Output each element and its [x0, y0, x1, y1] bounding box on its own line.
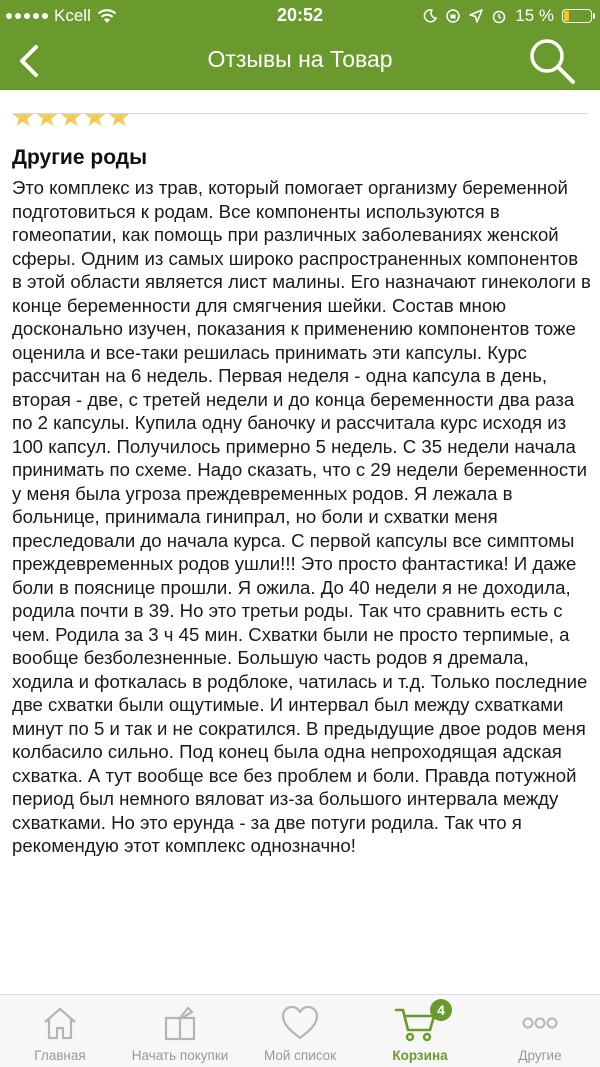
tab-cart[interactable]: 4 Корзина — [360, 995, 480, 1067]
star-icon — [109, 114, 129, 126]
nav-bar: Отзывы на Товар — [0, 32, 600, 90]
tab-my-list[interactable]: Мой список — [240, 995, 360, 1067]
status-right: 15 % — [423, 6, 595, 26]
tab-home[interactable]: Главная — [0, 995, 120, 1067]
battery-icon — [562, 9, 595, 23]
gift-icon — [164, 1006, 196, 1041]
tab-label: Мой список — [263, 1048, 337, 1063]
star-icon — [61, 114, 81, 126]
location-icon — [469, 9, 483, 23]
alarm-icon — [493, 10, 506, 24]
tab-label: Главная — [34, 1048, 86, 1063]
search-icon — [530, 39, 575, 84]
battery-percent: 15 % — [515, 6, 554, 25]
star-icon — [13, 114, 33, 126]
page-title: Отзывы на Товар — [207, 46, 393, 72]
review-title: Другие роды — [12, 146, 148, 169]
star-icon — [37, 114, 57, 126]
review-text: Это комплекс из трав, который помогает о… — [12, 177, 591, 856]
moon-icon — [423, 9, 438, 23]
tab-other[interactable]: Другие — [480, 995, 600, 1067]
star-rating — [12, 114, 130, 128]
rotation-lock-icon — [446, 9, 460, 23]
more-icon — [522, 1017, 558, 1029]
tab-start-shopping[interactable]: Начать покупки — [120, 995, 240, 1067]
star-icon — [85, 114, 105, 126]
back-button[interactable] — [10, 40, 50, 80]
cart-badge: 4 — [430, 999, 452, 1021]
chevron-left-icon — [20, 45, 38, 77]
tab-label: Начать покупки — [131, 1048, 229, 1063]
review-content[interactable]: Другие роды Это комплекс из трав, которы… — [0, 90, 600, 994]
tab-bar: Главная Начать покупки Мой список 4 Корз… — [0, 994, 600, 1067]
status-bar: Kcell 20:52 15 % — [0, 0, 600, 32]
heart-icon — [281, 1005, 319, 1040]
search-button[interactable] — [526, 36, 578, 86]
tab-label: Другие — [518, 1048, 562, 1063]
tab-label: Корзина — [392, 1048, 448, 1063]
home-icon — [44, 1007, 76, 1040]
